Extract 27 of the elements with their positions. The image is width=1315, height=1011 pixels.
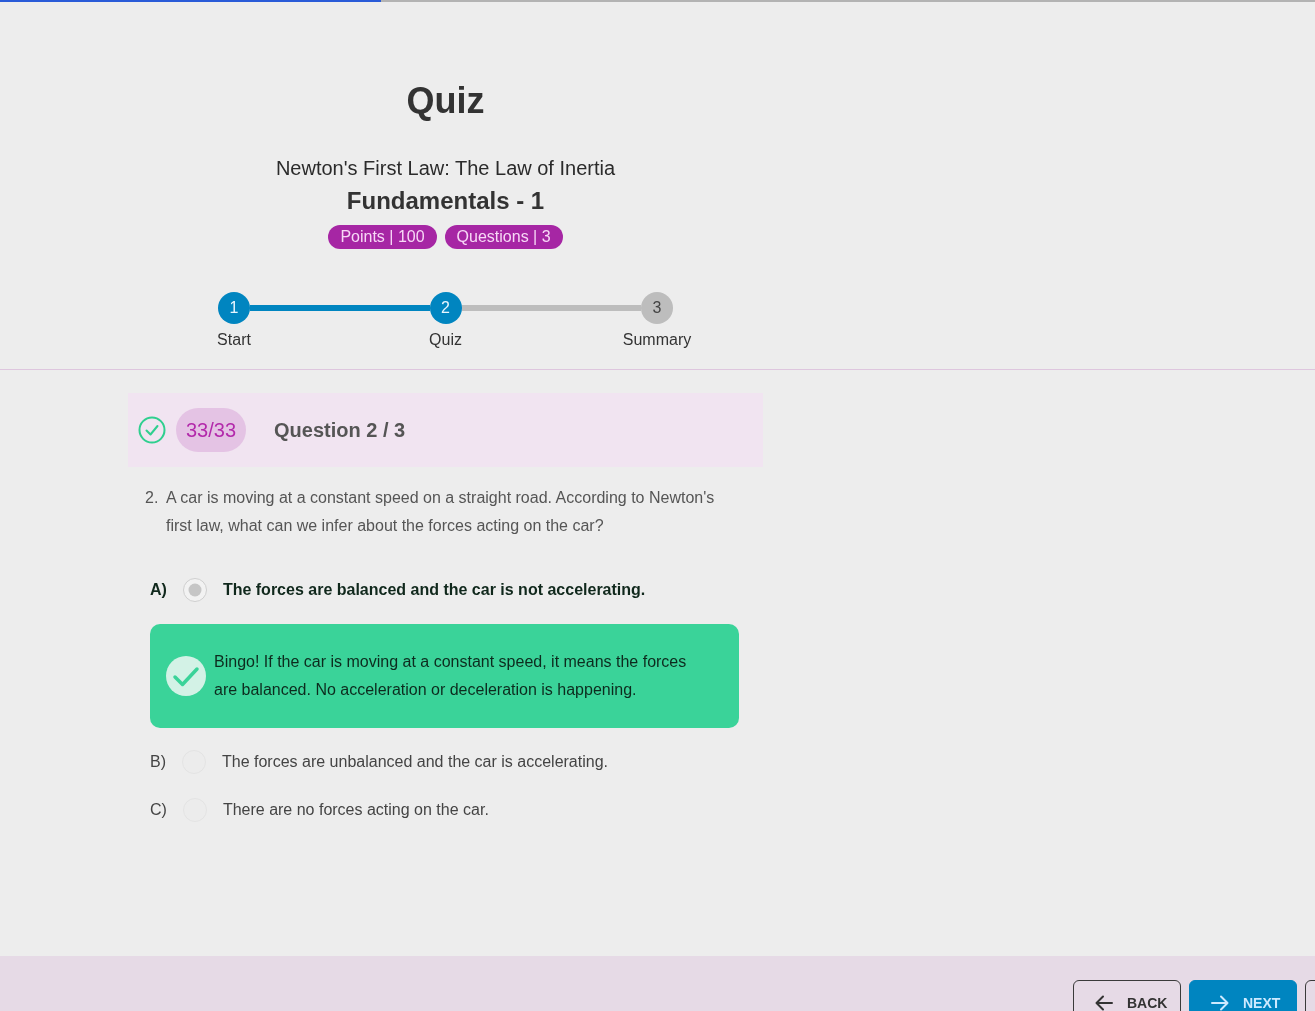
step-circle: 3 <box>641 292 673 324</box>
feedback-text: Bingo! If the car is moving at a constant speed, it means the forces are balanced. No acceleration or deceleration is happening. <box>214 652 688 700</box>
page-title: Quiz <box>406 79 485 123</box>
step-label: Summary <box>622 330 692 350</box>
step-circle: 2 <box>429 292 462 324</box>
arrow-left-icon <box>1094 993 1114 1011</box>
score-pill: 33/33 <box>176 408 247 452</box>
check-icon <box>166 656 206 696</box>
option-letter: A) <box>150 581 167 599</box>
step-label: Quiz <box>429 330 462 350</box>
info-badge: Points | 100 <box>328 225 437 249</box>
option-text[interactable]: The forces are balanced and the car is not accelerating. <box>222 581 646 599</box>
question-counter: Question 2 / 3 <box>274 418 406 442</box>
option-text[interactable]: There are no forces acting on the car. <box>222 801 489 819</box>
info-badge: Questions | 3 <box>444 225 563 249</box>
step-circle: 1 <box>218 292 250 324</box>
question-number: 2. <box>145 488 160 508</box>
radio-button[interactable] <box>182 578 207 602</box>
step-label: Start <box>217 330 251 350</box>
lesson-title: Fundamentals - 1 <box>346 186 545 216</box>
back-button[interactable]: BACK <box>1073 980 1181 1011</box>
option-letter: B) <box>150 753 166 771</box>
option-text[interactable]: The forces are unbalanced and the car is accelerating. <box>222 753 608 771</box>
quiz-subtitle: Newton's First Law: The Law of Inertia <box>275 156 616 181</box>
option-letter: C) <box>150 801 167 819</box>
question-text: A car is moving at a constant speed on a straight road. According to Newton's first law, what can we infer about the forces acting on the car? <box>166 488 716 536</box>
arrow-right-icon <box>1210 993 1230 1011</box>
